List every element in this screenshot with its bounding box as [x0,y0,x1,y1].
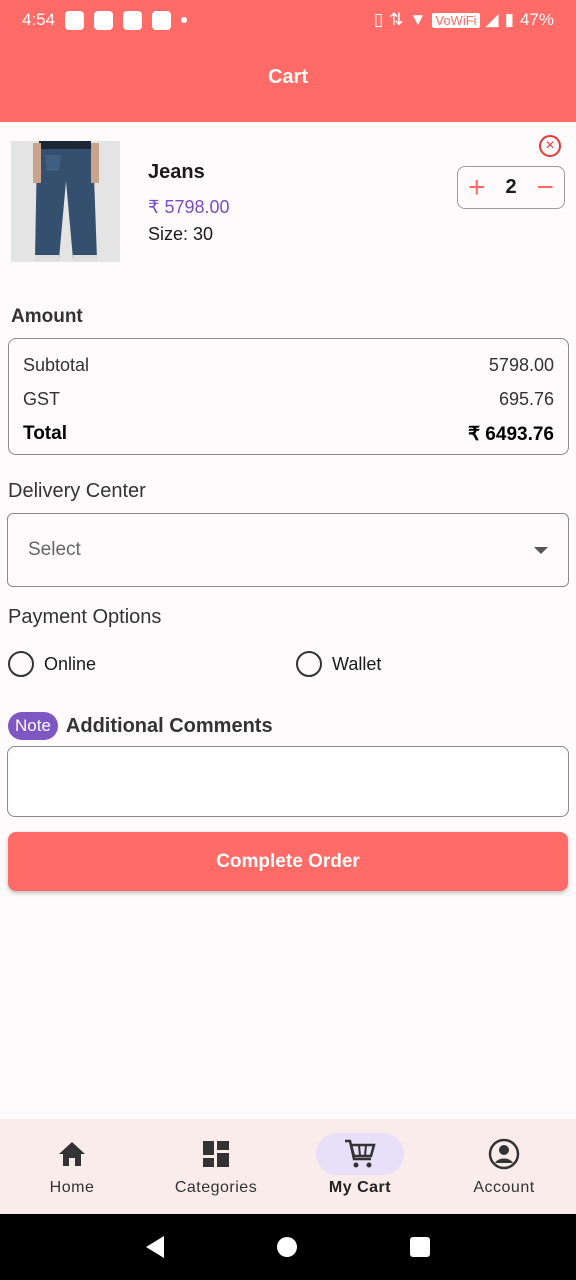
radio-online[interactable] [8,651,34,677]
nav-label: Account [473,1179,535,1196]
account-icon [488,1133,520,1175]
increase-quantity-button[interactable]: + [468,172,486,202]
instagram-icon [123,10,143,30]
nav-label: Home [49,1179,95,1196]
remove-item-icon[interactable]: × [539,135,561,157]
note-badge: Note [8,712,58,740]
payment-option-online[interactable]: Online [8,651,96,677]
subtotal-row: Subtotal 5798.00 [23,355,554,389]
back-icon[interactable] [146,1236,165,1258]
product-size: Size: 30 [148,224,213,245]
app-header: 4:54 ▯ ⇅ ▼ VoWiFi ◢ ▮ 47% Cart [0,0,576,122]
total-row: Total ₹ 6493.76 [23,423,554,457]
more-notifications-icon [181,17,188,23]
product-price: ₹ 5798.00 [148,197,230,217]
gst-row: GST 695.76 [23,389,554,423]
amount-summary: Subtotal 5798.00 GST 695.76 Total ₹ 6493… [8,338,569,455]
dropdown-caret-icon [534,546,548,554]
delivery-center-value: Select [28,539,81,560]
nav-categories[interactable]: Categories [144,1119,288,1214]
product-name: Jeans [148,161,205,183]
comments-heading: Note Additional Comments [8,712,273,740]
cart-icon [316,1133,404,1175]
system-navigation-bar [0,1214,576,1280]
subtotal-value: 5798.00 [488,355,554,375]
nav-my-cart[interactable]: My Cart [288,1119,432,1214]
recent-apps-icon[interactable] [409,1237,430,1257]
status-time: 4:54 [22,10,56,29]
home-icon [58,1133,86,1175]
nav-label: My Cart [328,1179,392,1196]
payment-option-label: Wallet [332,653,382,674]
page-title: Cart [267,66,308,88]
subtotal-label: Subtotal [23,355,90,375]
vowifi-label: VoWiFi [432,12,480,28]
quantity-value: 2 [505,176,517,198]
nav-account[interactable]: Account [432,1119,576,1214]
comments-title: Additional Comments [65,714,273,737]
delivery-center-select[interactable]: Select [7,513,569,587]
grid-icon [203,1133,229,1175]
gst-value: 695.76 [498,389,554,409]
comments-input[interactable] [7,746,569,817]
gst-label: GST [23,389,61,409]
data-arrows-icon: ⇅ [389,10,404,29]
bottom-navigation: Home Categories My Cart Account [0,1119,576,1214]
battery-percent: 47% [519,10,554,29]
total-value: ₹ 6493.76 [467,424,554,445]
size-label: Size: [148,224,189,244]
nav-home[interactable]: Home [0,1119,144,1214]
decrease-quantity-button[interactable]: − [536,172,554,202]
quantity-stepper: + 2 − [457,166,565,209]
size-value: 30 [193,224,214,244]
vibrate-icon: ▯ [373,10,384,29]
nav-label: Categories [174,1179,258,1196]
product-image[interactable] [11,141,120,262]
facebook-icon [65,10,85,30]
amount-heading: Amount [11,306,83,327]
complete-order-button[interactable]: Complete Order [8,832,568,891]
youtube-icon [94,10,114,30]
radio-wallet[interactable] [296,651,322,677]
system-home-icon[interactable] [276,1237,297,1257]
delivery-center-label: Delivery Center [8,480,146,502]
payment-options-label: Payment Options [8,606,162,628]
app-notification-icon [152,10,172,30]
signal-icon: ◢ [485,10,499,29]
battery-icon: ▮ [504,10,514,29]
payment-option-wallet[interactable]: Wallet [296,651,381,677]
cart-item: Jeans ₹ 5798.00 Size: 30 × + 2 − [11,135,566,263]
wifi-icon: ▼ [409,10,427,29]
payment-option-label: Online [44,653,97,674]
status-bar: 4:54 ▯ ⇅ ▼ VoWiFi ◢ ▮ 47% [0,0,576,40]
total-label: Total [23,423,67,444]
